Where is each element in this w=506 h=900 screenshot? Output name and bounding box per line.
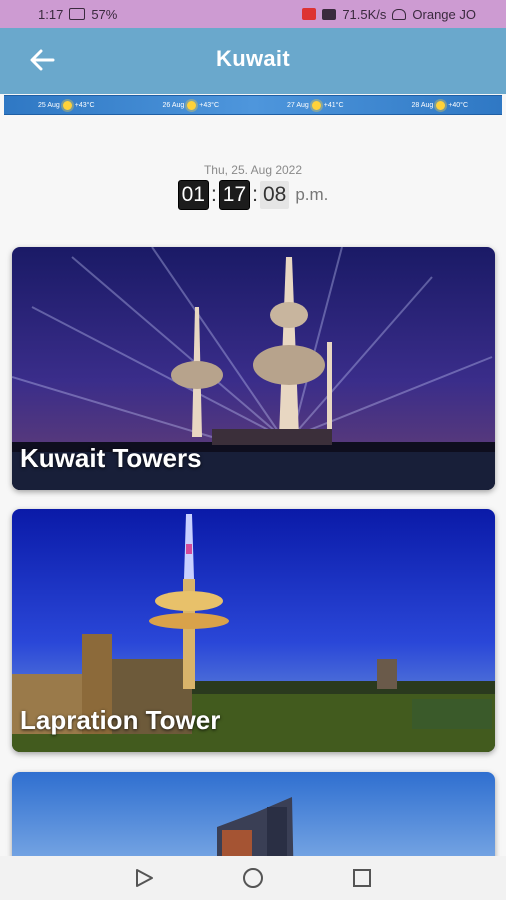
clock-seconds: 08	[259, 181, 290, 209]
forecast-temp: +40°C	[448, 101, 469, 109]
weather-forecast-strip[interactable]: 25 Aug +43°C 26 Aug +43°C 27 Aug +41°C 2…	[4, 95, 502, 115]
nav-back-button[interactable]	[129, 863, 159, 893]
forecast-temp: +43°C	[199, 101, 220, 109]
forecast-day: 27 Aug +41°C	[286, 100, 344, 110]
forecast-date: 25 Aug	[37, 101, 60, 109]
forecast-date: 27 Aug	[286, 101, 309, 109]
current-date: Thu, 25. Aug 2022	[203, 163, 303, 177]
carrier-name: Orange JO	[412, 6, 476, 22]
place-card-kuwait-towers[interactable]: Kuwait Towers	[12, 247, 495, 490]
forecast-temp: +43°C	[74, 101, 95, 109]
digital-clock: 01 : 17 : 08 p.m.	[0, 180, 506, 210]
signal-icon	[69, 8, 86, 20]
triangle-back-icon	[136, 869, 154, 887]
square-recents-icon	[352, 869, 371, 887]
sun-icon	[436, 100, 446, 110]
forecast-day: 26 Aug +43°C	[162, 100, 220, 110]
sun-icon	[62, 100, 72, 110]
notification-icon	[302, 8, 317, 20]
circle-home-icon	[242, 868, 263, 888]
app-bar: Kuwait	[0, 28, 506, 94]
place-label: Kuwait Towers	[20, 443, 202, 473]
forecast-date: 28 Aug	[411, 101, 434, 109]
place-card-lapration-tower[interactable]: Lapration Tower	[12, 509, 495, 752]
battery-level: 57%	[91, 6, 118, 22]
status-time: 1:17	[38, 6, 64, 22]
nav-home-button[interactable]	[238, 863, 268, 893]
status-bar-right: 71.5K/s Orange JO	[302, 7, 476, 22]
wifi-icon	[392, 8, 407, 20]
clock-ampm: p.m.	[295, 185, 329, 204]
forecast-temp: +41°C	[323, 101, 344, 109]
status-bar-left: 1:17 57%	[38, 7, 117, 22]
page-title: Kuwait	[216, 46, 290, 71]
sun-icon	[311, 100, 321, 110]
clock-separator: :	[210, 183, 217, 206]
mail-icon	[322, 8, 337, 20]
clock-hours: 01	[177, 180, 209, 210]
place-label: Lapration Tower	[20, 705, 221, 735]
forecast-day: 25 Aug +43°C	[37, 100, 95, 110]
clock-separator: :	[252, 183, 258, 206]
system-nav-bar	[0, 856, 506, 900]
network-speed: 71.5K/s	[342, 6, 387, 22]
status-bar: 1:17 57% 71.5K/s Orange JO	[0, 0, 506, 28]
sun-icon	[187, 100, 197, 110]
forecast-day: 28 Aug +40°C	[411, 100, 469, 110]
clock-minutes: 17	[218, 180, 251, 210]
nav-recents-button[interactable]	[347, 863, 377, 893]
forecast-date: 26 Aug	[162, 101, 185, 109]
